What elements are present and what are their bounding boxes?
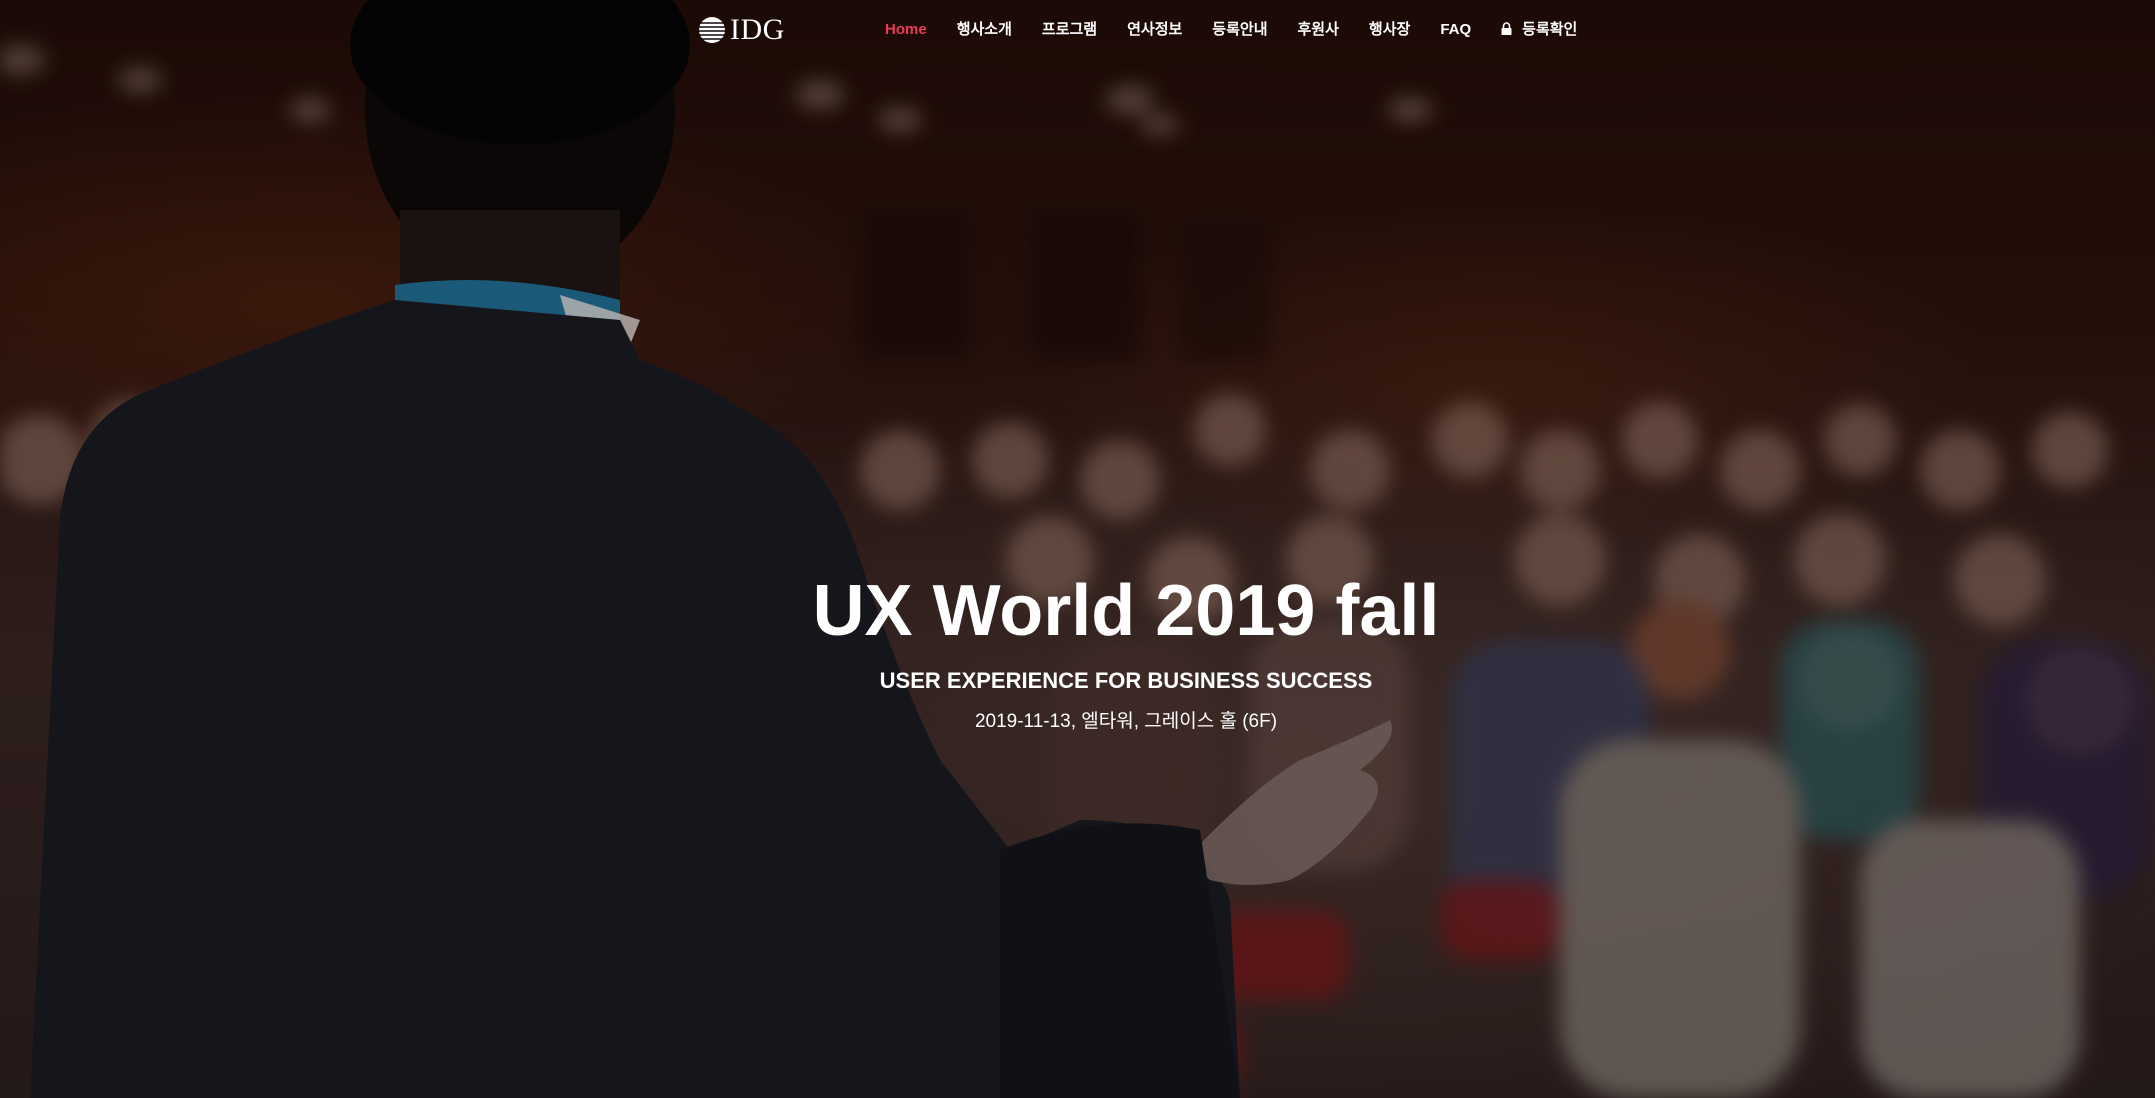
registration-check-label: 등록확인 bbox=[1522, 21, 1578, 38]
nav-item-registration[interactable]: 등록안내 bbox=[1212, 18, 1267, 42]
logo-text: IDG bbox=[730, 13, 785, 46]
top-navigation: IDG Home 행사소개 프로그램 연사정보 등록안내 후원사 행사장 FAQ… bbox=[0, 0, 2155, 62]
event-date-venue: 2019-11-13, 엘타워, 그레이스 홀 (6F) bbox=[974, 711, 1278, 732]
nav-item-sponsors[interactable]: 후원사 bbox=[1298, 18, 1339, 42]
nav-item-event-intro[interactable]: 행사소개 bbox=[957, 18, 1012, 42]
speaker-silhouette-image bbox=[30, 0, 1392, 1098]
nav-item-venue[interactable]: 행사장 bbox=[1369, 18, 1410, 42]
event-subtitle: USER EXPERIENCE FOR BUSINESS SUCCESS bbox=[879, 668, 1373, 693]
nav-item-registration-check[interactable]: 등록확인 bbox=[1501, 18, 1577, 42]
lock-icon bbox=[1501, 22, 1512, 35]
hero-section: IDG Home 행사소개 프로그램 연사정보 등록안내 후원사 행사장 FAQ… bbox=[0, 0, 2155, 1098]
idg-logo[interactable]: IDG bbox=[698, 14, 785, 46]
nav-item-faq[interactable]: FAQ bbox=[1440, 18, 1471, 42]
nav-item-program[interactable]: 프로그램 bbox=[1042, 18, 1097, 42]
main-menu: Home 행사소개 프로그램 연사정보 등록안내 후원사 행사장 FAQ 등록확… bbox=[885, 18, 1607, 42]
nav-item-speakers[interactable]: 연사정보 bbox=[1127, 18, 1182, 42]
globe-logo-icon bbox=[698, 17, 726, 43]
event-title: UX World 2019 fall bbox=[812, 571, 1440, 651]
nav-item-home[interactable]: Home bbox=[885, 18, 927, 42]
hero-text-block: UX World 2019 fall USER EXPERIENCE FOR B… bbox=[0, 566, 2155, 736]
